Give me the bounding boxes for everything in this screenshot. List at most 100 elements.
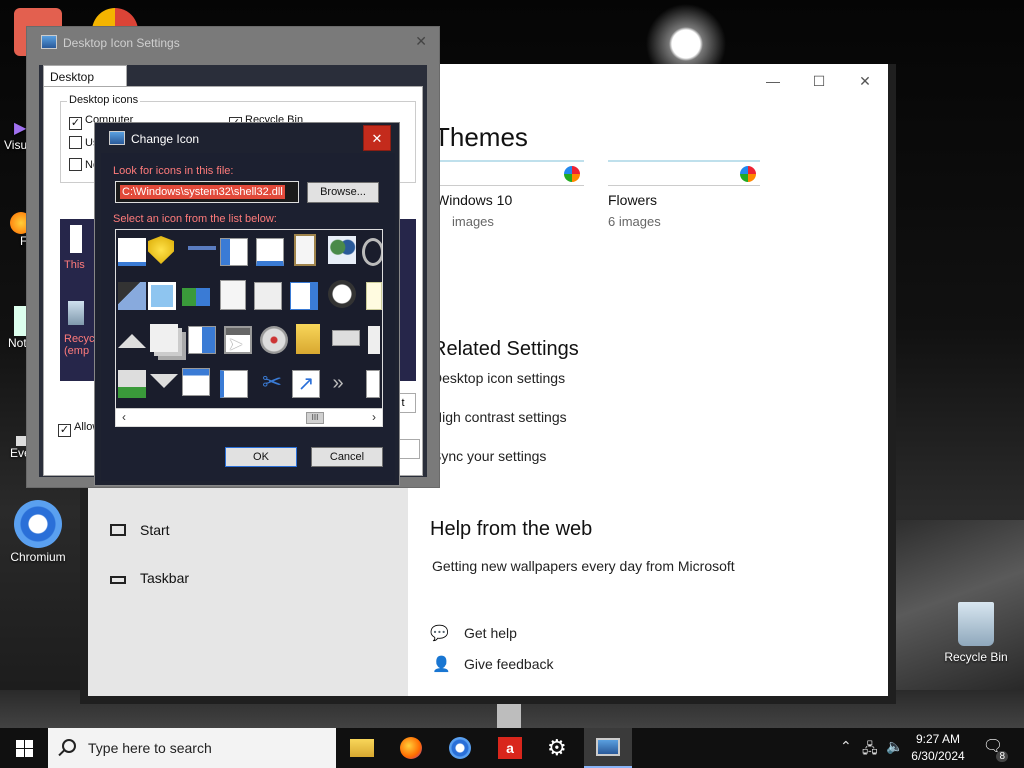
windows-logo-part bbox=[16, 749, 24, 757]
nav-label: Taskbar bbox=[140, 570, 190, 586]
titlebar: Change Icon ✕ bbox=[95, 123, 399, 153]
scroll-left-icon[interactable]: ‹ bbox=[116, 410, 132, 424]
group-label: Desktop icons bbox=[67, 94, 141, 106]
file-explorer-taskbar-button[interactable] bbox=[338, 728, 386, 768]
themes-title: Themes bbox=[434, 122, 528, 152]
drive-icon[interactable] bbox=[368, 326, 380, 354]
theme-count: 6 images bbox=[608, 214, 661, 229]
taskbar-icon bbox=[110, 576, 126, 584]
network-icon[interactable]: 🖧 bbox=[862, 738, 878, 762]
nav-item-start[interactable]: Start bbox=[110, 522, 170, 538]
desktop-icon-chromium[interactable]: Chromium bbox=[2, 500, 74, 564]
desktop-icon-label: Chromium bbox=[10, 550, 66, 564]
clock-icon[interactable] bbox=[328, 280, 356, 308]
settings-content: — ☐ ✕ Themes Windows 10 images Flowers 6… bbox=[408, 64, 888, 696]
windows-logo-part bbox=[25, 749, 33, 757]
avira-taskbar-button[interactable]: a bbox=[486, 728, 534, 768]
eject-icon[interactable] bbox=[118, 334, 146, 348]
close-icon[interactable]: ✕ bbox=[415, 33, 427, 50]
firefox-taskbar-button[interactable] bbox=[388, 728, 436, 768]
printer-icon[interactable] bbox=[118, 282, 146, 310]
note-icon[interactable] bbox=[366, 282, 382, 310]
scroll-right-icon[interactable]: › bbox=[366, 410, 382, 424]
select-icon-label: Select an icon from the list below: bbox=[113, 213, 277, 225]
monitor-icon bbox=[41, 35, 57, 49]
minimize-button[interactable]: — bbox=[750, 72, 796, 90]
desktop-icon-settings-link[interactable]: Desktop icon settings bbox=[432, 370, 565, 386]
cd-drive-icon[interactable] bbox=[260, 326, 288, 354]
theme-name[interactable]: Windows 10 bbox=[436, 192, 512, 208]
clock-date: 6/30/2024 bbox=[911, 749, 965, 763]
recycle-bin-icon bbox=[958, 602, 994, 646]
ok-button[interactable]: OK bbox=[225, 447, 297, 467]
settings-taskbar-button[interactable]: ⚙ bbox=[534, 728, 582, 768]
gear-icon: ⚙ bbox=[547, 735, 567, 760]
folder-icon[interactable] bbox=[296, 324, 320, 354]
horizontal-scrollbar[interactable]: ‹ III › bbox=[116, 408, 382, 426]
desktop-icon-recycle-bin[interactable]: Recycle Bin bbox=[940, 602, 1012, 664]
desktop-icon-settings-taskbar-button[interactable] bbox=[584, 728, 632, 768]
start-button[interactable] bbox=[0, 728, 48, 768]
layout-icon[interactable] bbox=[254, 282, 282, 310]
close-button[interactable]: ✕ bbox=[363, 125, 391, 151]
help-text[interactable]: Getting new wallpapers every day from Mi… bbox=[432, 558, 735, 574]
side-panel-icon[interactable] bbox=[220, 238, 248, 266]
theme-thumbnail-windows10[interactable] bbox=[432, 160, 584, 186]
shortcut-icon[interactable]: ↗ bbox=[292, 370, 320, 398]
show-hidden-icons-icon[interactable]: ⌃ bbox=[840, 738, 852, 755]
chromium-taskbar-button[interactable] bbox=[436, 728, 484, 768]
preview-label: This bbox=[64, 259, 85, 271]
volume-muted-icon[interactable]: 🔈 bbox=[886, 738, 903, 755]
maximize-button[interactable]: ☐ bbox=[796, 72, 842, 90]
preview-label: Recyc bbox=[64, 333, 95, 345]
split-window-icon[interactable] bbox=[188, 326, 216, 354]
cancel-button[interactable]: Cancel bbox=[311, 447, 383, 467]
monitor-icon bbox=[596, 738, 620, 756]
firefox-icon bbox=[400, 737, 422, 759]
double-chevron-icon[interactable]: » bbox=[324, 370, 352, 398]
avira-icon: a bbox=[498, 737, 522, 759]
page-icon[interactable] bbox=[366, 370, 380, 398]
feedback-icon: 👤 bbox=[432, 656, 451, 673]
start-icon bbox=[110, 524, 126, 536]
users-icon[interactable] bbox=[328, 236, 356, 264]
related-settings-title: Related Settings bbox=[432, 338, 579, 360]
theme-name[interactable]: Flowers bbox=[608, 192, 657, 208]
frame-icon[interactable] bbox=[148, 282, 176, 310]
get-help-link[interactable]: Get help bbox=[464, 625, 517, 641]
blank-window-icon[interactable] bbox=[118, 238, 146, 266]
window-icon[interactable] bbox=[256, 238, 284, 266]
close-button[interactable]: ✕ bbox=[842, 72, 888, 90]
table-icon[interactable] bbox=[182, 368, 210, 396]
search-box[interactable]: Type here to search bbox=[48, 728, 336, 768]
high-contrast-settings-link[interactable]: High contrast settings bbox=[432, 409, 567, 425]
network-drive-icon[interactable] bbox=[332, 330, 360, 346]
sync-settings-link[interactable]: Sync your settings bbox=[432, 448, 546, 464]
theme-thumbnail-flowers[interactable] bbox=[608, 160, 760, 186]
icon-list[interactable]: ✂ ↗ » ➤ ‹ III › bbox=[115, 229, 383, 427]
nav-item-taskbar[interactable]: Taskbar bbox=[110, 570, 189, 586]
color-wheel-icon bbox=[564, 166, 580, 182]
notification-center-button[interactable]: 🗨 8 bbox=[980, 736, 1008, 762]
security-shield-icon[interactable] bbox=[148, 236, 174, 264]
separator-icon[interactable] bbox=[188, 246, 216, 250]
wireless-icon[interactable] bbox=[118, 370, 146, 398]
scissors-icon[interactable]: ✂ bbox=[258, 368, 286, 396]
mouse-cursor-icon: ➤ bbox=[228, 334, 244, 354]
clipboard-icon[interactable] bbox=[294, 234, 316, 266]
copy-pages-icon[interactable] bbox=[150, 324, 178, 352]
tab-desktop-icons[interactable]: Desktop Icons bbox=[43, 65, 127, 98]
desktop-icon-label: Recycle Bin bbox=[944, 650, 1008, 664]
window-arrow-icon[interactable] bbox=[290, 282, 318, 310]
browse-button[interactable]: Browse... bbox=[307, 182, 379, 203]
file-path-input[interactable]: C:\Windows\system32\shell32.dll bbox=[115, 181, 299, 203]
windows-logo-icon bbox=[16, 740, 24, 748]
document-icon[interactable] bbox=[220, 280, 246, 310]
search-magnifier-icon[interactable] bbox=[362, 238, 382, 266]
move-arrow-icon[interactable] bbox=[182, 288, 210, 306]
give-feedback-link[interactable]: Give feedback bbox=[464, 656, 554, 672]
scroll-thumb[interactable]: III bbox=[306, 412, 324, 424]
window-frame-icon[interactable] bbox=[220, 370, 248, 398]
clock[interactable]: 9:27 AM 6/30/2024 bbox=[908, 731, 968, 765]
down-arrow-icon[interactable] bbox=[150, 374, 178, 388]
